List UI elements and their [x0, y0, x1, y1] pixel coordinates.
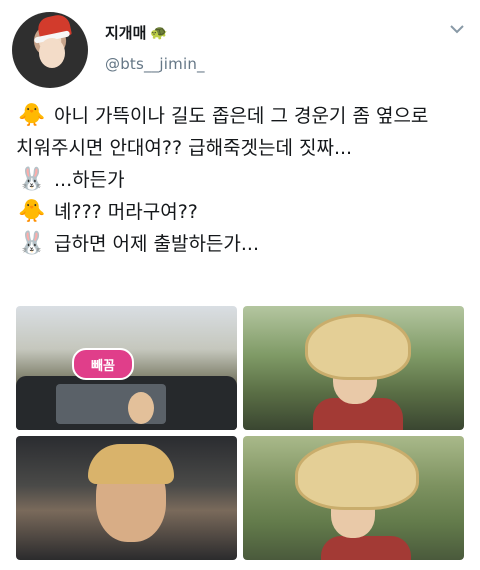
- name-row[interactable]: 지개매 🐢: [105, 22, 168, 43]
- tweet-header: 지개매 🐢 @bts__jimin_: [0, 0, 480, 92]
- tweet-line: 치워주시면 안대여?? 급해죽겟는데 짓짜...: [16, 132, 474, 164]
- rabbit-icon: 🐰: [18, 167, 46, 192]
- photo-straw-hat-closeup[interactable]: [243, 436, 464, 560]
- tweet-line-text: 녜??? 머라구여??: [54, 201, 198, 223]
- chick-icon: 🐥: [18, 199, 46, 224]
- photo-car-street[interactable]: 빼꼼: [16, 306, 237, 430]
- chevron-down-icon[interactable]: [450, 24, 464, 34]
- tweet-line-text: 급하면 어제 출발하든가...: [54, 233, 259, 255]
- turtle-icon: 🐢: [150, 24, 168, 41]
- tweet-line-text: 아니 가뜩이나 길도 좁은데 그 경운기 좀 옆으로: [54, 105, 429, 127]
- rabbit-icon: 🐰: [18, 231, 46, 256]
- chick-icon: 🐥: [18, 103, 46, 128]
- display-name[interactable]: 지개매: [105, 22, 146, 43]
- person-in-car-graphic: [128, 392, 154, 424]
- tweet-line: 🐥 녜??? 머라구여??: [16, 196, 474, 228]
- tweet-line: 🐥 아니 가뜩이나 길도 좁은데 그 경운기 좀 옆으로: [16, 100, 474, 132]
- tweet-line-text: ...하든가: [54, 169, 125, 191]
- straw-hat-graphic: [295, 440, 419, 510]
- photo-grid: 빼꼼: [16, 306, 464, 560]
- peek-caption-badge: 빼꼼: [72, 348, 134, 380]
- blonde-hair-graphic: [88, 444, 174, 484]
- floral-shirt-graphic: [321, 536, 411, 560]
- straw-hat-graphic: [305, 314, 411, 380]
- tweet-text: 🐥 아니 가뜩이나 길도 좁은데 그 경운기 좀 옆으로 치워주시면 안대여??…: [16, 100, 474, 260]
- tweet-line-text: 치워주시면 안대여?? 급해죽겟는데 짓짜...: [16, 137, 353, 159]
- photo-car-closeup[interactable]: [16, 436, 237, 560]
- user-handle[interactable]: @bts__jimin_: [105, 55, 205, 73]
- tweet-line: 🐰 ...하든가: [16, 164, 474, 196]
- tweet-line: 🐰 급하면 어제 출발하든가...: [16, 228, 474, 260]
- avatar-face: [39, 38, 65, 68]
- photo-straw-hat-man[interactable]: [243, 306, 464, 430]
- profile-avatar[interactable]: [12, 12, 88, 88]
